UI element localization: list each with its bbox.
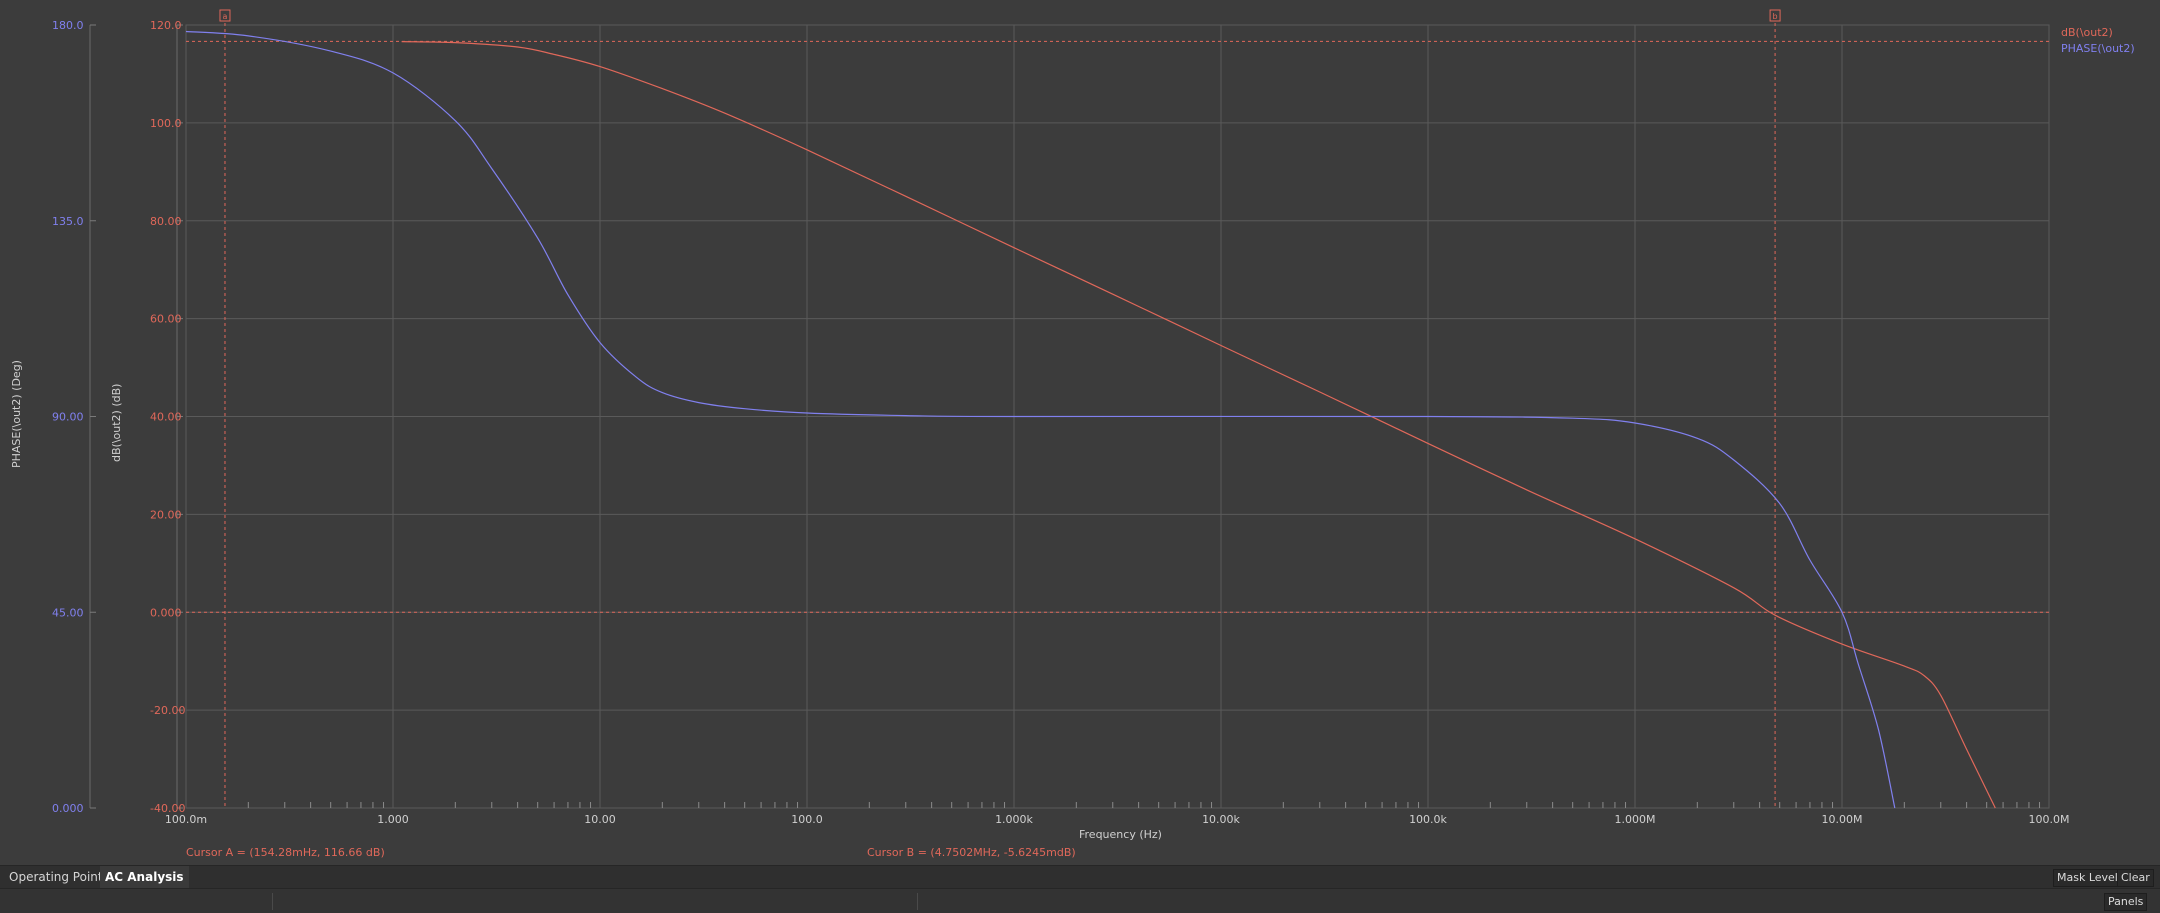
x-tick-label: 100.0 (791, 813, 823, 826)
ac-analysis-window: 100.0m 1.000 10.00 100.0 1.000k 10.00k 100.0k 1… (0, 0, 2160, 913)
series-line-phase (185, 30, 1896, 809)
cursor-b-readout: Cursor B = (4.7502MHz, -5.6245mdB) (867, 846, 1076, 859)
x-tick-label: 1.000k (995, 813, 1033, 826)
cursor-b-marker: b (1773, 12, 1778, 21)
db-tick-label: 0.000 (150, 606, 182, 619)
tab-ac-analysis[interactable]: AC Analysis (100, 866, 189, 888)
status-bar: Panels (0, 888, 2160, 913)
phase-tick-label: 0.000 (52, 802, 84, 815)
phase-axis-title: PHASE(\out2) (Deg) (10, 360, 23, 468)
db-tick-label: 100.0 (150, 117, 182, 130)
x-tick-label: 10.00 (584, 813, 616, 826)
phase-tick-label: 90.00 (52, 411, 84, 424)
bode-plot[interactable]: 100.0m 1.000 10.00 100.0 1.000k 10.00k 100.0k 1… (0, 0, 2160, 865)
db-tick-label: 80.00 (150, 215, 182, 228)
db-tick-label: -40.00 (150, 802, 185, 815)
mask-level-button[interactable]: Mask Level (2053, 869, 2122, 887)
panels-button[interactable]: Panels (2104, 893, 2148, 911)
cursor-a-marker: a (223, 12, 228, 21)
status-divider (272, 893, 273, 910)
x-tick-label: 100.0M (2029, 813, 2070, 826)
status-divider (917, 893, 918, 910)
phase-tick-label: 45.00 (52, 606, 84, 619)
tab-operating-point[interactable]: Operating Point (4, 866, 108, 888)
legend-db-out2: dB(\out2) (2061, 26, 2113, 39)
x-axis-title: Frequency (Hz) (1079, 828, 1162, 841)
phase-tick-label: 135.0 (52, 215, 84, 228)
db-tick-label: -20.00 (150, 704, 185, 717)
db-tick-label: 20.00 (150, 508, 182, 521)
x-tick-label: 1.000 (377, 813, 409, 826)
analysis-tab-bar: Operating Point AC Analysis Mask Level C… (0, 865, 2160, 888)
x-tick-label: 1.000M (1615, 813, 1656, 826)
x-tick-label: 100.0k (1409, 813, 1447, 826)
legend-phase-out2: PHASE(\out2) (2061, 42, 2135, 55)
clear-button[interactable]: Clear (2117, 869, 2154, 887)
phase-tick-label: 180.0 (52, 19, 84, 32)
x-tick-label: 10.00M (1822, 813, 1863, 826)
db-tick-label: 40.00 (150, 411, 182, 424)
series-line-db (401, 41, 1996, 809)
db-axis-title: dB(\out2) (dB) (110, 383, 123, 462)
db-tick-label: 60.00 (150, 313, 182, 326)
cursor-a-readout: Cursor A = (154.28mHz, 116.66 dB) (186, 846, 385, 859)
x-tick-label: 10.00k (1202, 813, 1240, 826)
db-tick-label: 120.0 (150, 19, 182, 32)
